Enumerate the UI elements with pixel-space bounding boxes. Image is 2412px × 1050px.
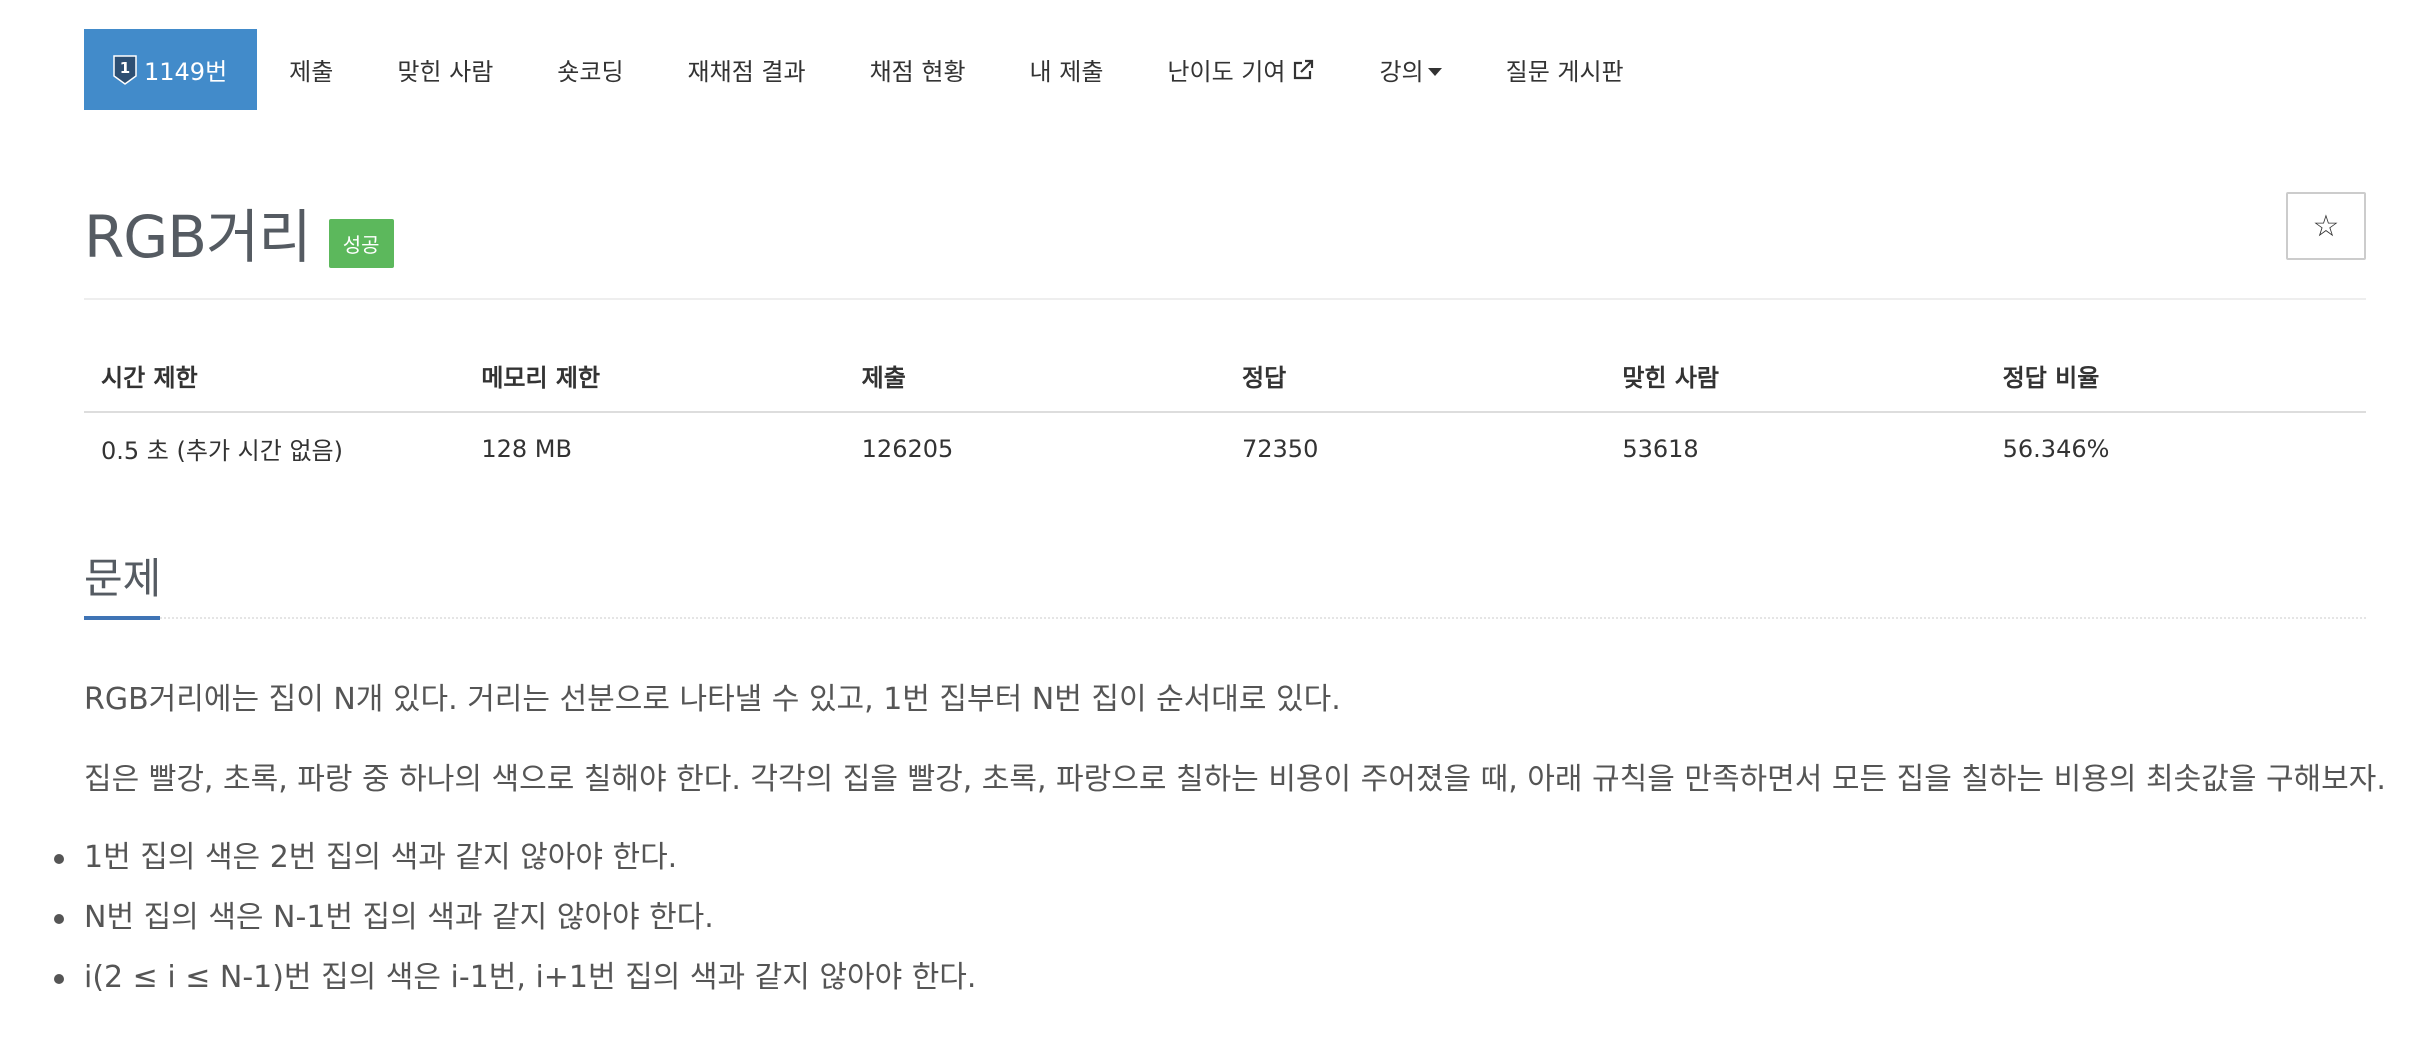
- tier-badge-icon: 1: [112, 54, 138, 86]
- list-item: i(2 ≤ i ≤ N-1)번 집의 색은 i-1번, i+1번 집의 색과 같…: [53, 958, 976, 1018]
- nav-lectures-label: 강의: [1379, 58, 1424, 86]
- problem-title: RGB거리: [84, 203, 312, 271]
- nav-question-board[interactable]: 질문 게시판: [1474, 29, 1656, 110]
- chevron-down-icon: [1427, 67, 1442, 76]
- problem-title-row: RGB거리 성공: [84, 190, 394, 274]
- nav-my-submissions-label: 내 제출: [1029, 58, 1104, 86]
- star-icon: ☆: [2312, 208, 2340, 244]
- value-accept-ratio: 56.346%: [2002, 434, 2110, 463]
- header-solved-users: 맞힌 사람: [1605, 340, 1986, 413]
- nav-solved-users-label: 맞힌 사람: [397, 58, 494, 86]
- nav-lectures-dropdown[interactable]: 강의: [1347, 29, 1473, 110]
- list-item: 1번 집의 색은 2번 집의 색과 같지 않아야 한다.: [53, 838, 976, 898]
- value-time-limit: 0.5 초 (추가 시간 없음): [101, 437, 343, 465]
- header-memory-limit: 메모리 제한: [464, 340, 845, 413]
- nav-short-coding[interactable]: 숏코딩: [525, 29, 655, 110]
- title-divider: [84, 298, 2366, 300]
- info-table-row: 0.5 초 (추가 시간 없음) 128 MB 126205 72350 536…: [84, 412, 2366, 484]
- tier-number: 1: [120, 59, 130, 77]
- section-title-underline: [84, 616, 160, 620]
- header-accept-ratio: 정답 비율: [1985, 340, 2366, 413]
- problem-description-paragraph: 집은 빨강, 초록, 파랑 중 하나의 색으로 칠해야 한다. 각각의 집을 빨…: [84, 762, 2386, 797]
- status-badge: 성공: [328, 218, 394, 268]
- nav-problem-id-label: 1149번: [144, 58, 228, 86]
- value-submissions: 126205: [861, 434, 954, 463]
- problem-nav: 1 1149번 제출 맞힌 사람 숏코딩 재채점 결과 채점 현황 내 제출 난…: [84, 29, 1656, 110]
- nav-rejudge-results[interactable]: 재채점 결과: [656, 29, 838, 110]
- problem-description-paragraph: RGB거리에는 집이 N개 있다. 거리는 선분으로 나타낼 수 있고, 1번 …: [84, 682, 1341, 717]
- nav-my-submissions[interactable]: 내 제출: [998, 29, 1136, 110]
- nav-difficulty-contribution-label: 난이도 기여: [1167, 58, 1286, 86]
- external-link-icon: [1291, 58, 1315, 82]
- nav-submit-label: 제출: [289, 58, 334, 86]
- nav-question-board-label: 질문 게시판: [1505, 58, 1624, 86]
- nav-judge-status-label: 채점 현황: [869, 58, 966, 86]
- nav-short-coding-label: 숏코딩: [557, 58, 624, 86]
- nav-submit[interactable]: 제출: [257, 29, 365, 110]
- favorite-button[interactable]: ☆: [2286, 192, 2366, 260]
- nav-problem-id-tab[interactable]: 1 1149번: [84, 29, 258, 110]
- value-accepted: 72350: [1241, 434, 1319, 463]
- header-submissions: 제출: [844, 340, 1225, 413]
- header-time-limit: 시간 제한: [84, 340, 465, 413]
- value-memory-limit: 128 MB: [481, 434, 572, 463]
- nav-difficulty-contribution[interactable]: 난이도 기여: [1135, 29, 1347, 110]
- section-divider: [160, 617, 2366, 619]
- nav-rejudge-results-label: 재채점 결과: [687, 58, 806, 86]
- list-item: N번 집의 색은 N-1번 집의 색과 같지 않아야 한다.: [53, 898, 976, 958]
- nav-solved-users[interactable]: 맞힌 사람: [365, 29, 525, 110]
- section-title: 문제: [84, 554, 162, 603]
- page: 1 1149번 제출 맞힌 사람 숏코딩 재채점 결과 채점 현황 내 제출 난…: [0, 0, 2412, 1050]
- info-table-header-row: 시간 제한 메모리 제한 제출 정답 맞힌 사람 정답 비율: [84, 340, 2366, 413]
- header-accepted: 정답: [1224, 340, 1606, 413]
- rules-list: 1번 집의 색은 2번 집의 색과 같지 않아야 한다. N번 집의 색은 N-…: [53, 838, 976, 1018]
- problem-info-table: 시간 제한 메모리 제한 제출 정답 맞힌 사람 정답 비율 0.5 초 (추가…: [84, 340, 2366, 484]
- value-solved-users: 53618: [1622, 434, 1699, 463]
- nav-judge-status[interactable]: 채점 현황: [838, 29, 998, 110]
